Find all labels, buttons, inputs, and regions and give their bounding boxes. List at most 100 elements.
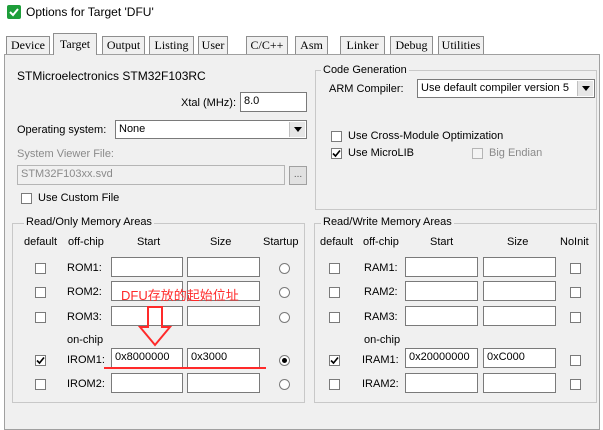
irom1-size-input[interactable]: 0x3000	[187, 348, 260, 368]
tab-asm[interactable]: Asm	[295, 36, 328, 54]
tab-c-cpp[interactable]: C/C++	[246, 36, 288, 54]
ram-onchip-label: on-chip	[364, 334, 401, 346]
ram-header-size: Size	[507, 236, 529, 248]
cross-module-checkbox[interactable]	[331, 131, 342, 142]
rom3-default-checkbox[interactable]	[35, 312, 46, 323]
compiler-select[interactable]: Use default compiler version 5	[417, 79, 595, 98]
rom1-startup-radio[interactable]	[279, 263, 290, 274]
checkmark-icon	[36, 356, 45, 365]
ram2-label: RAM2:	[364, 286, 398, 298]
rom-header-startup: Startup	[263, 236, 299, 248]
irom1-start-input[interactable]: 0x8000000	[111, 348, 183, 368]
ram-header-default: default	[320, 236, 354, 248]
tab-debug[interactable]: Debug	[390, 36, 433, 54]
ram2-default-checkbox[interactable]	[329, 287, 340, 298]
ram3-noinit-checkbox[interactable]	[570, 312, 581, 323]
tab-listing[interactable]: Listing	[149, 36, 194, 54]
tab-utilities[interactable]: Utilities	[438, 36, 484, 54]
irom2-label: IROM2:	[67, 378, 105, 390]
ram2-size-input[interactable]	[483, 281, 556, 301]
custom-file-label: Use Custom File	[38, 192, 120, 204]
cross-module-label: Use Cross-Module Optimization	[348, 130, 504, 142]
code-generation-title: Code Generation	[321, 64, 409, 76]
ram-header-offchip: off-chip	[363, 236, 399, 248]
ram1-size-input[interactable]	[483, 257, 556, 277]
iram1-label: IRAM1:	[362, 354, 399, 366]
irom2-start-input[interactable]	[111, 373, 183, 393]
rom-onchip-label: on-chip	[67, 334, 104, 346]
ram3-start-input[interactable]	[405, 306, 478, 326]
ram3-size-input[interactable]	[483, 306, 556, 326]
rom3-size-input[interactable]	[187, 306, 260, 326]
title-bar: Options for Target 'DFU'	[0, 0, 603, 26]
iram2-default-checkbox[interactable]	[329, 379, 340, 390]
rom-header-size: Size	[210, 236, 232, 248]
ram1-default-checkbox[interactable]	[329, 263, 340, 274]
iram1-default-checkbox[interactable]	[329, 355, 340, 366]
ram-header-noinit: NoInit	[560, 236, 589, 248]
checkmark-icon	[332, 149, 341, 158]
ram-header-start: Start	[430, 236, 454, 248]
iram1-noinit-checkbox[interactable]	[570, 355, 581, 366]
compiler-select-value: Use default compiler version 5	[421, 82, 569, 94]
tab-linker[interactable]: Linker	[340, 36, 385, 54]
ram1-start-input[interactable]	[405, 257, 478, 277]
rom2-startup-radio[interactable]	[279, 287, 290, 298]
iram2-noinit-checkbox[interactable]	[570, 379, 581, 390]
irom2-default-checkbox[interactable]	[35, 379, 46, 390]
rom2-default-checkbox[interactable]	[35, 287, 46, 298]
rom-areas-title: Read/Only Memory Areas	[24, 216, 154, 228]
custom-file-checkbox[interactable]	[21, 193, 32, 204]
rom-header-start: Start	[137, 236, 161, 248]
iram2-size-input[interactable]	[483, 373, 556, 393]
annotation-text: DFU存放的起始位址	[121, 288, 239, 303]
irom2-startup-radio[interactable]	[279, 379, 290, 390]
microlib-checkbox[interactable]	[331, 148, 342, 159]
iram1-size-input[interactable]: 0xC000	[483, 348, 556, 368]
device-name: STMicroelectronics STM32F103RC	[17, 69, 206, 83]
chevron-down-icon[interactable]	[289, 122, 305, 137]
xtal-input[interactable]: 8.0	[240, 92, 307, 112]
microlib-label: Use MicroLIB	[348, 147, 415, 159]
big-endian-label: Big Endian	[489, 147, 543, 159]
os-select-value: None	[119, 123, 146, 135]
irom1-default-checkbox[interactable]	[35, 355, 46, 366]
os-select[interactable]: None	[115, 120, 307, 139]
rom2-label: ROM2:	[67, 286, 102, 298]
checkmark-icon	[330, 356, 339, 365]
xtal-label: Xtal (MHz):	[181, 97, 236, 109]
rom1-size-input[interactable]	[187, 257, 260, 277]
ram-areas-title: Read/Write Memory Areas	[321, 216, 454, 228]
ram2-noinit-checkbox[interactable]	[570, 287, 581, 298]
ram1-label: RAM1:	[364, 262, 398, 274]
rom1-start-input[interactable]	[111, 257, 183, 277]
radio-selected-dot	[282, 358, 287, 363]
chevron-down-icon[interactable]	[577, 81, 593, 96]
compiler-label: ARM Compiler:	[329, 83, 404, 95]
svd-browse-button: ...	[289, 166, 307, 185]
iram2-label: IRAM2:	[362, 378, 399, 390]
irom2-size-input[interactable]	[187, 373, 260, 393]
tab-output[interactable]: Output	[102, 36, 145, 54]
rom-header-default: default	[24, 236, 58, 248]
ram3-label: RAM3:	[364, 311, 398, 323]
ram2-start-input[interactable]	[405, 281, 478, 301]
ram1-noinit-checkbox[interactable]	[570, 263, 581, 274]
rom1-default-checkbox[interactable]	[35, 263, 46, 274]
rom3-startup-radio[interactable]	[279, 312, 290, 323]
tab-target[interactable]: Target	[53, 33, 97, 55]
irom1-startup-radio[interactable]	[279, 355, 290, 366]
iram1-start-input[interactable]: 0x20000000	[405, 348, 478, 368]
os-label: Operating system:	[17, 124, 107, 136]
big-endian-checkbox	[472, 148, 483, 159]
tab-device[interactable]: Device	[6, 36, 50, 54]
tab-user[interactable]: User	[198, 36, 228, 54]
svd-label: System Viewer File:	[17, 148, 114, 160]
rom3-label: ROM3:	[67, 311, 102, 323]
app-icon	[7, 5, 21, 19]
irom1-label: IROM1:	[67, 354, 105, 366]
iram2-start-input[interactable]	[405, 373, 478, 393]
svd-input: STM32F103xx.svd	[17, 165, 285, 185]
annotation-underline	[104, 367, 266, 369]
ram3-default-checkbox[interactable]	[329, 312, 340, 323]
